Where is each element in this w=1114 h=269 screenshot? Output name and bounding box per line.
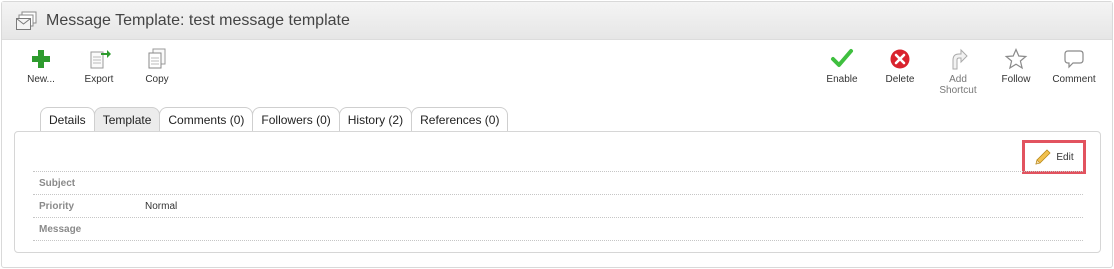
divider — [33, 240, 1083, 241]
edit-label: Edit — [1056, 151, 1074, 163]
field-row-subject: Subject — [33, 171, 1083, 194]
page-title: Message Template: test message template — [46, 11, 350, 29]
delete-label: Delete — [885, 74, 915, 85]
follow-label: Follow — [1001, 74, 1031, 85]
tab-comments[interactable]: Comments (0) — [159, 107, 254, 132]
title-bar: Message Template: test message template — [2, 2, 1112, 40]
comment-bubble-icon — [1064, 50, 1084, 69]
tab-bar: Details Template Comments (0) Followers … — [40, 107, 509, 132]
delete-button[interactable]: Delete — [873, 48, 927, 85]
copy-label: Copy — [145, 74, 169, 85]
message-template-icon — [16, 11, 37, 30]
field-label: Subject — [39, 177, 76, 189]
delete-x-icon — [890, 49, 910, 69]
add-shortcut-label-line2: Shortcut — [939, 85, 977, 96]
follow-button[interactable]: Follow — [989, 48, 1043, 85]
tab-followers[interactable]: Followers (0) — [252, 107, 340, 132]
field-row-priority: Priority Normal — [33, 194, 1083, 217]
add-shortcut-button[interactable]: Add Shortcut — [931, 48, 985, 96]
copy-button[interactable]: Copy — [130, 48, 184, 85]
comment-button[interactable]: Comment — [1047, 48, 1101, 85]
pencil-icon — [1035, 149, 1051, 165]
tab-details[interactable]: Details — [40, 107, 95, 132]
enable-button[interactable]: Enable — [815, 48, 869, 85]
edit-button[interactable]: Edit — [1022, 140, 1086, 174]
checkmark-icon — [831, 49, 853, 67]
export-icon — [90, 50, 111, 69]
tab-references[interactable]: References (0) — [411, 107, 509, 132]
copy-icon — [148, 48, 166, 69]
export-label: Export — [84, 74, 114, 85]
field-value: Normal — [145, 200, 178, 212]
plus-icon — [32, 50, 50, 68]
enable-label: Enable — [826, 74, 858, 85]
field-row-message: Message — [33, 217, 1083, 240]
shortcut-arrow-icon — [952, 48, 968, 70]
add-shortcut-label-line1: Add — [949, 74, 967, 85]
field-label: Message — [39, 223, 82, 235]
tab-template[interactable]: Template — [93, 107, 161, 132]
tab-history[interactable]: History (2) — [338, 107, 413, 132]
export-button[interactable]: Export — [72, 48, 126, 85]
new-label: New... — [27, 74, 55, 85]
field-label: Priority — [39, 200, 75, 212]
new-button[interactable]: New... — [14, 48, 68, 85]
comment-label: Comment — [1052, 74, 1096, 85]
star-icon — [1004, 48, 1028, 70]
